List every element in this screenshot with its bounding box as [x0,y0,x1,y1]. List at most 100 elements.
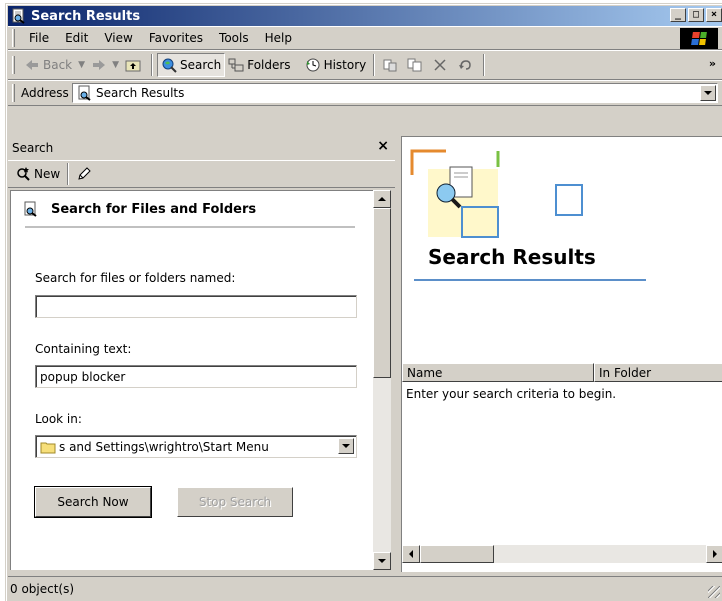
forward-arrow-icon [91,57,107,73]
search-doc-icon [11,8,27,24]
windows-flag-icon [680,28,718,49]
forward-button[interactable]: ▼ [88,53,122,77]
toolbar-grip[interactable] [12,56,15,74]
address-bar: Address Search Results [8,80,722,106]
undo-icon [457,57,473,73]
search-button[interactable]: Search [156,53,226,77]
maximize-button[interactable]: □ [688,8,704,22]
close-button[interactable]: × [706,8,722,22]
divider [414,279,646,281]
results-pane: Search Results Name In Folder Enter your… [401,136,722,572]
folders-icon [228,57,244,73]
status-text: 0 object(s) [10,581,75,596]
toolbar-separator [67,163,70,185]
search-globe-icon [161,57,177,73]
address-label: Address [21,86,69,100]
named-label: Search for files or folders named: [35,271,236,285]
column-name[interactable]: Name [402,363,594,382]
history-icon [305,57,321,73]
new-search-label: New [34,167,61,181]
resize-grip[interactable] [708,586,720,598]
search-label: Search [179,58,222,72]
menu-grip[interactable] [12,29,15,47]
results-title: Search Results [428,245,596,269]
stop-search-button[interactable]: Stop Search [177,487,293,517]
up-button[interactable] [122,53,147,77]
delete-icon [432,57,448,73]
containing-label: Containing text: [35,342,132,356]
move-to-icon [382,57,398,73]
divider [25,226,355,228]
chevron-right-icon [713,550,717,558]
back-button[interactable]: Back ▼ [21,53,88,77]
chevron-down-icon [704,91,712,95]
explorer-window: Search Results _ □ × File Edit View Favo… [5,3,722,601]
title-bar[interactable]: Search Results _ □ × [8,6,722,26]
containing-text-input[interactable] [35,365,357,388]
undo-button[interactable] [454,53,479,77]
lookin-select[interactable]: s and Settings\wrightro\Start Menu [35,435,357,458]
folders-label: Folders [247,58,291,72]
search-doc-icon [23,201,39,217]
chevron-left-icon [409,550,413,558]
lookin-dropdown-button[interactable] [338,438,354,454]
results-column-header: Name In Folder [402,363,722,382]
copy-to-icon [407,57,423,73]
search-doc-icon [77,85,93,101]
toolbar-separator [150,54,153,76]
scroll-left-button[interactable] [402,545,420,563]
results-horizontal-scrollbar[interactable] [402,545,722,563]
search-panel-scrollbar[interactable] [373,190,391,570]
pen-icon [76,166,92,182]
scroll-thumb[interactable] [420,545,494,563]
minimize-button[interactable]: _ [670,8,686,22]
history-button[interactable]: History [302,53,370,77]
address-value: Search Results [96,86,185,100]
scroll-right-button[interactable] [706,545,722,563]
forward-dropdown-icon[interactable]: ▼ [112,60,119,70]
search-pane-close-button[interactable]: × [377,138,389,154]
lookin-label: Look in: [35,412,82,426]
new-search-button[interactable]: New [12,162,63,186]
scroll-thumb[interactable] [373,208,391,378]
lookin-value: s and Settings\wrightro\Start Menu [59,439,269,454]
menu-tools[interactable]: Tools [211,31,257,45]
chevron-up-icon [378,197,386,201]
menu-bar: File Edit View Favorites Tools Help [8,26,722,50]
search-panel-title: Search for Files and Folders [51,201,257,217]
search-results-banner-icon [410,149,583,238]
address-grip[interactable] [12,84,15,102]
menu-help[interactable]: Help [257,31,300,45]
back-dropdown-icon[interactable]: ▼ [78,60,85,70]
search-pane-toolbar: New [8,160,395,188]
menu-favorites[interactable]: Favorites [141,31,211,45]
search-tools-button[interactable] [73,162,98,186]
move-to-button[interactable] [379,53,404,77]
address-field[interactable]: Search Results [72,83,718,103]
search-now-button[interactable]: Search Now [34,486,152,518]
column-in-folder[interactable]: In Folder [594,363,722,382]
history-label: History [323,58,367,72]
menu-edit[interactable]: Edit [57,31,96,45]
up-folder-icon [125,57,141,73]
delete-button[interactable] [429,53,454,77]
address-dropdown-button[interactable] [700,85,716,101]
status-bar: 0 object(s) [8,576,722,600]
search-pane-header: Search × [8,136,395,160]
toolbar-separator [373,54,376,76]
toolbar-separator [483,54,486,76]
search-pane-title: Search [12,141,54,155]
folders-button[interactable]: Folders [225,53,293,77]
new-search-icon [15,166,31,182]
scroll-up-button[interactable] [373,190,391,208]
empty-message: Enter your search criteria to begin. [406,387,617,401]
copy-to-button[interactable] [404,53,429,77]
chevron-down-icon [378,559,386,563]
menu-view[interactable]: View [96,31,140,45]
menu-file[interactable]: File [21,31,57,45]
chevron-down-icon [342,444,350,448]
named-input[interactable] [35,295,357,318]
scroll-down-button[interactable] [373,552,391,570]
toolbar-chevron[interactable]: » [709,57,716,70]
back-arrow-icon [24,57,40,73]
